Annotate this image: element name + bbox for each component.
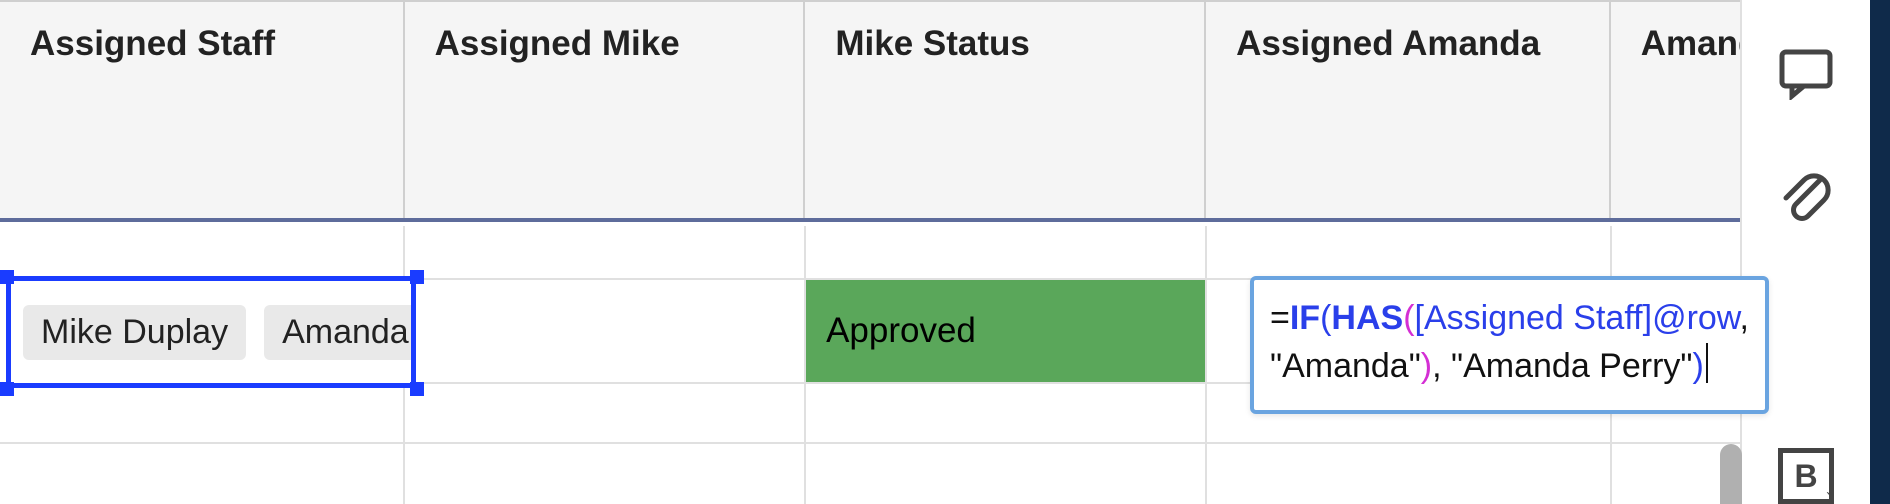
right-rail: B↓ (1740, 0, 1870, 504)
formula-at-row: @row (1652, 299, 1739, 337)
formula-eq: = (1270, 299, 1290, 337)
text-cursor (1706, 343, 1708, 383)
cell-assigned-mike[interactable] (405, 384, 806, 442)
formula-open-paren-inner: ( (1403, 299, 1414, 337)
selection-handle-top-left[interactable] (0, 270, 14, 284)
cell-assigned-amanda[interactable] (1207, 444, 1612, 504)
cell-assigned-mike[interactable] (405, 226, 806, 278)
formula-literal: "Amanda" (1270, 347, 1421, 385)
formula-comma: , (1740, 299, 1749, 337)
column-header-assigned-amanda[interactable]: Assigned Amanda (1206, 2, 1611, 218)
column-header-assigned-mike[interactable]: Assigned Mike (405, 2, 806, 218)
cell-mike-status[interactable] (806, 444, 1207, 504)
comments-icon[interactable] (1776, 44, 1836, 104)
contact-chip[interactable]: Amanda (264, 305, 416, 360)
cell-assigned-mike[interactable] (405, 444, 806, 504)
selection-handle-top-right[interactable] (410, 270, 424, 284)
cell-mike-status[interactable] (806, 226, 1207, 278)
column-header-row: Assigned Staff Assigned Mike Mike Status… (0, 0, 1740, 222)
status-badge-approved[interactable]: Approved (806, 280, 1205, 382)
cell-assigned-staff[interactable] (0, 226, 405, 278)
window-edge (1870, 0, 1890, 504)
table-row[interactable] (0, 226, 1740, 280)
column-header-mike-status[interactable]: Mike Status (805, 2, 1206, 218)
formula-close-paren-outer: ) (1692, 347, 1703, 385)
cell-mike-status[interactable]: Approved (806, 280, 1207, 382)
formula-column-reference: [Assigned Staff] (1415, 299, 1653, 337)
formula-editor[interactable]: =IF(HAS([Assigned Staff]@row, "Amanda"),… (1250, 276, 1769, 414)
chevron-down-icon: ↓ (1824, 475, 1835, 501)
bold-format-icon[interactable]: B↓ (1778, 448, 1834, 504)
column-header-assigned-staff[interactable]: Assigned Staff (0, 2, 405, 218)
grid-body: Approved Mike Duplay Amanda (0, 226, 1740, 504)
selected-cell-assigned-staff[interactable]: Mike Duplay Amanda (6, 276, 416, 388)
cell-mike-status[interactable] (806, 384, 1207, 442)
formula-comma: , (1432, 347, 1451, 385)
cell-assigned-staff[interactable] (0, 444, 405, 504)
cell-amanda-status[interactable] (1612, 226, 1740, 278)
formula-open-paren-outer: ( (1320, 299, 1331, 337)
formula-function-if: IF (1290, 299, 1320, 337)
selection-handle-bottom-right[interactable] (410, 382, 424, 396)
formula-function-has: HAS (1331, 299, 1403, 337)
column-header-amanda-status-truncated[interactable]: Amand (1611, 2, 1740, 218)
cell-assigned-amanda[interactable] (1207, 226, 1612, 278)
table-row[interactable] (0, 444, 1740, 504)
vertical-scrollbar-thumb[interactable] (1720, 444, 1742, 504)
cell-assigned-staff[interactable] (0, 384, 405, 442)
formula-literal: "Amanda Perry" (1451, 347, 1692, 385)
cell-assigned-mike[interactable] (405, 280, 806, 382)
formula-close-paren-inner: ) (1421, 347, 1432, 385)
attachments-icon[interactable] (1776, 164, 1836, 224)
contact-chip[interactable]: Mike Duplay (23, 305, 246, 360)
selection-handle-bottom-left[interactable] (0, 382, 14, 396)
